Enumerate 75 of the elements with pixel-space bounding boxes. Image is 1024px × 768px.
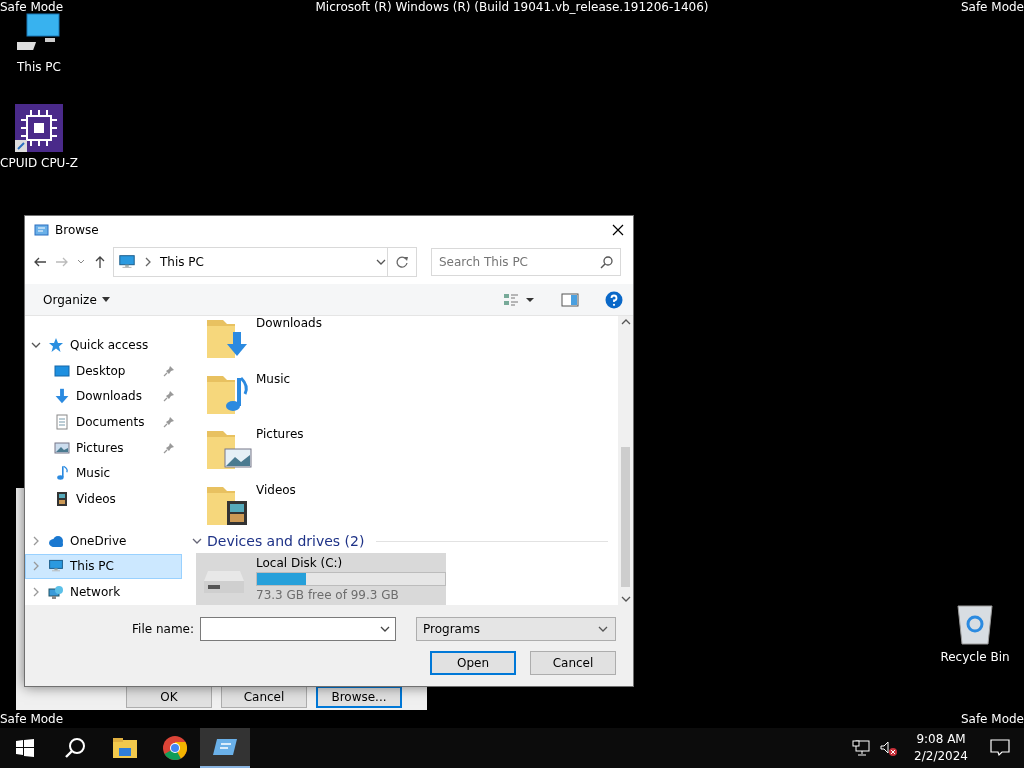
build-text: Microsoft (R) Windows (R) (Build 19041.vb_release.191206-1406) [315,0,709,14]
nav-tree-item[interactable]: Documents [25,409,182,435]
recent-caret-icon[interactable] [77,258,85,266]
folder-name[interactable]: Videos [256,482,296,497]
help-icon[interactable] [605,290,623,309]
browser-icon[interactable] [163,736,187,760]
safe-mode-label: Safe Mode [0,0,64,14]
chip-icon [15,104,63,152]
nav-tree-item[interactable]: Desktop [25,357,182,384]
document-icon [54,414,70,430]
pin-icon [163,364,175,377]
network-disconnected-icon[interactable] [852,740,871,756]
music-note-icon [54,465,70,482]
desktop-icon-label[interactable]: This PC [17,60,61,74]
desktop-icon [54,362,70,379]
file-name-label: File name: [132,622,194,636]
volume-muted-icon[interactable] [880,740,899,756]
notification-icon[interactable] [990,739,1010,757]
nav-tree-item[interactable]: Network [25,579,182,605]
search-icon[interactable] [64,737,86,759]
windows-logo-icon[interactable] [16,739,34,757]
drive-free-space: 73.3 GB free of 99.3 GB [256,588,400,603]
folder-name[interactable]: Downloads [256,316,322,330]
scrollbar[interactable] [618,316,633,605]
dialog-button[interactable]: Cancel [530,651,616,675]
search-icon [600,255,614,269]
folder-name[interactable]: Pictures [256,427,304,442]
network-icon [48,584,64,601]
nav-tree-item[interactable]: Pictures [25,434,182,461]
drive-name: Local Disk (C:) [256,556,344,571]
close-icon[interactable] [611,223,625,237]
safe-mode-label: Safe Mode [0,712,64,726]
address-bar[interactable]: This PC [113,247,388,277]
file-type-dropdown[interactable]: Programs [416,617,616,641]
preview-pane-icon[interactable] [561,291,579,308]
safe-mode-label: Safe Mode [960,0,1024,14]
desktop-icon-label[interactable]: CPUID CPU-Z [0,156,78,170]
nav-tree-item[interactable]: Quick access [25,332,182,358]
folder-icon[interactable] [113,738,137,758]
refresh-button[interactable] [388,247,417,277]
safe-mode-label: Safe Mode [960,712,1024,726]
drive-tile[interactable]: Local Disk (C:) 73.3 GB free of 99.3 GB [196,553,446,605]
clock[interactable]: 9:08 AM 2/2/2024 [914,731,968,765]
refresh-icon [395,255,409,269]
address-text[interactable]: This PC [160,255,369,269]
nav-tree-item[interactable]: Downloads [25,383,182,410]
app-icon[interactable] [213,737,237,757]
window-title: Browse [55,223,100,237]
film-icon [54,491,70,508]
search-field[interactable]: Search This PC [431,248,621,276]
picture-icon [54,439,70,456]
dialog-button[interactable]: Browse... [316,686,402,708]
pin-icon [163,416,175,428]
caret-icon [101,296,110,303]
folder-name[interactable]: Music [256,371,291,386]
organize-button[interactable]: Organize [37,290,116,309]
star-icon [48,336,64,353]
group-heading[interactable]: Devices and drives (2) [207,533,365,550]
recycle-bin-icon [955,602,995,646]
app-icon [33,222,49,238]
pin-icon [163,441,175,454]
desktop-icon-label[interactable]: Recycle Bin [940,650,1010,664]
nav-tree-item[interactable]: Videos [25,486,182,513]
nav-tree-item[interactable]: OneDrive [25,527,182,554]
nav-tree-item[interactable]: This PC [25,553,182,580]
back-arrow-icon[interactable] [33,255,47,269]
pin-icon [163,390,175,403]
dialog-button[interactable]: Cancel [221,686,307,708]
down-arrow-icon [54,388,70,405]
up-arrow-icon[interactable] [93,255,107,269]
dialog-button[interactable]: Open [430,651,516,675]
nav-tree-item[interactable]: Music [25,460,182,487]
file-name-field[interactable] [200,617,396,641]
dialog-button[interactable]: OK [126,686,212,708]
monitor-icon [118,253,136,271]
